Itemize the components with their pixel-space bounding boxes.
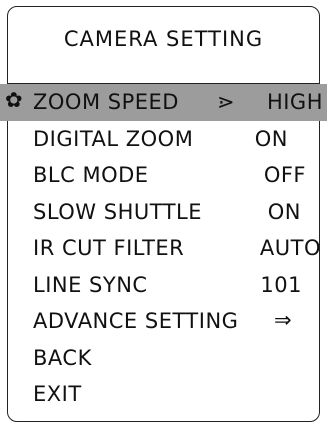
menu-item-value: AUTO [259, 236, 321, 260]
menu-item-label: ZOOM SPEED [33, 90, 179, 114]
menu-item-label: DIGITAL ZOOM [33, 126, 194, 151]
sun-cursor-icon: ✿ [5, 88, 24, 112]
menu-item-label: BLC MODE [33, 163, 149, 187]
menu-item-ir-cut-filter[interactable]: IR CUT FILTER AUTO [0, 230, 327, 267]
menu-item-value: OFF [263, 163, 306, 187]
menu-item-back[interactable]: BACK [0, 340, 327, 377]
menu-item-zoom-speed[interactable]: ✿ ZOOM SPEED ⋗ HIGH [0, 84, 327, 121]
double-arrow-right-icon: ⇒ [274, 308, 293, 332]
menu-item-digital-zoom[interactable]: DIGITAL ZOOM ON [0, 121, 327, 158]
menu-item-slow-shuttle[interactable]: SLOW SHUTTLE ON [0, 194, 327, 231]
menu-item-label: SLOW SHUTTLE [33, 199, 202, 224]
menu-item-label: IR CUT FILTER [33, 236, 185, 260]
menu-item-value: ON [254, 126, 288, 151]
menu-item-exit[interactable]: EXIT [0, 376, 327, 413]
menu-item-blc-mode[interactable]: BLC MODE OFF [0, 157, 327, 194]
menu-item-line-sync[interactable]: LINE SYNC 101 [0, 267, 327, 304]
menu-item-label: BACK [33, 345, 92, 370]
chevron-right-icon: ⋗ [217, 90, 236, 114]
osd-menu-list: ✿ ZOOM SPEED ⋗ HIGH DIGITAL ZOOM ON BLC … [0, 84, 327, 413]
menu-item-advance-setting[interactable]: ADVANCE SETTING ⇒ [0, 303, 327, 340]
menu-item-value: 101 [260, 272, 302, 297]
menu-item-value: HIGH [266, 90, 323, 114]
menu-item-value: ON [267, 199, 301, 224]
menu-title: CAMERA SETTING [63, 27, 264, 51]
menu-item-label: EXIT [33, 382, 82, 406]
menu-item-label: LINE SYNC [33, 272, 148, 297]
menu-item-label: ADVANCE SETTING [33, 309, 239, 333]
